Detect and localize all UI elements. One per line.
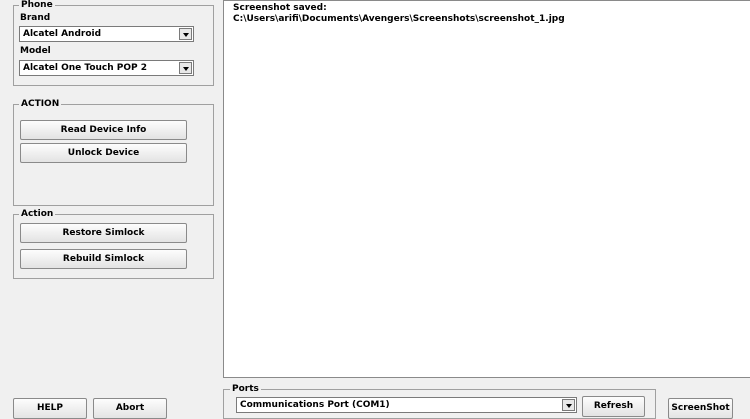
chevron-down-icon[interactable] (179, 28, 192, 40)
simlock-group-title: Action (19, 209, 56, 220)
brand-label: Brand (20, 13, 51, 23)
abort-button[interactable]: Abort (93, 398, 167, 419)
model-select-value: Alcatel One Touch POP 2 (23, 63, 148, 73)
chevron-down-icon[interactable] (179, 62, 192, 74)
brand-select-value: Alcatel Android (23, 29, 102, 39)
model-label: Model (20, 46, 51, 56)
unlock-device-button[interactable]: Unlock Device (20, 143, 187, 163)
action-group-title: ACTION (19, 99, 62, 110)
port-select[interactable]: Communications Port (COM1) (236, 397, 577, 413)
port-select-value: Communications Port (COM1) (240, 400, 390, 410)
read-device-info-button[interactable]: Read Device Info (20, 120, 187, 140)
phone-group-title: Phone (19, 0, 55, 11)
model-select[interactable]: Alcatel One Touch POP 2 (19, 60, 194, 76)
log-line: C:\Users\arifi\Documents\Avengers\Screen… (233, 14, 565, 24)
log-line: Screenshot saved: (233, 3, 327, 13)
help-button[interactable]: HELP (13, 398, 87, 419)
restore-simlock-button[interactable]: Restore Simlock (20, 223, 187, 243)
chevron-down-icon[interactable] (562, 399, 575, 411)
brand-select[interactable]: Alcatel Android (19, 26, 194, 42)
rebuild-simlock-button[interactable]: Rebuild Simlock (20, 249, 187, 269)
screenshot-button[interactable]: ScreenShot (668, 398, 733, 419)
ports-group-title: Ports (230, 384, 261, 395)
refresh-button[interactable]: Refresh (582, 396, 645, 417)
log-output[interactable]: Screenshot saved: C:\Users\arifi\Documen… (223, 0, 750, 378)
